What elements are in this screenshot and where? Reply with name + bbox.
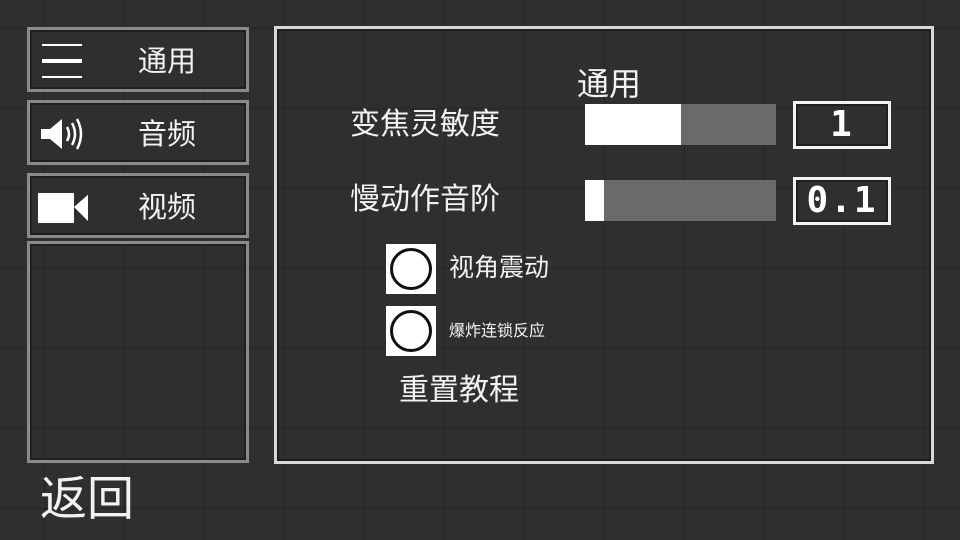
reset-tutorial-button[interactable]: 重置教程 <box>399 372 519 410</box>
chain-reaction-checkbox[interactable] <box>386 306 436 356</box>
menu-icon <box>38 42 88 80</box>
slowmo-step-input[interactable]: 0.1 <box>793 177 891 225</box>
sidebar-item-general[interactable]: 通用 <box>27 27 249 92</box>
sidebar-empty-area <box>27 241 249 463</box>
circle-icon <box>390 310 432 352</box>
slowmo-step-slider[interactable] <box>585 180 776 221</box>
zoom-sensitivity-label: 变焦灵敏度 <box>350 107 500 142</box>
slider-fill <box>585 104 681 145</box>
speaker-icon <box>38 117 88 151</box>
chain-reaction-label[interactable]: 爆炸连锁反应 <box>449 320 545 342</box>
panel-title: 通用 <box>576 65 641 103</box>
zoom-sensitivity-slider[interactable] <box>585 104 776 145</box>
camera-shake-checkbox[interactable] <box>386 244 436 294</box>
settings-panel: 通用 <box>274 26 934 464</box>
slowmo-step-label: 慢动作音阶 <box>350 182 500 217</box>
camera-shake-label[interactable]: 视角震动 <box>449 252 549 284</box>
video-camera-icon <box>38 190 90 224</box>
sidebar-item-label: 音频 <box>138 117 197 151</box>
circle-icon <box>390 248 432 290</box>
sidebar-item-video[interactable]: 视频 <box>27 173 249 238</box>
sidebar-item-label: 通用 <box>138 44 197 78</box>
slider-fill <box>585 180 605 221</box>
zoom-sensitivity-input[interactable]: 1 <box>793 101 891 149</box>
sidebar-item-label: 视频 <box>138 190 197 224</box>
sidebar-item-audio[interactable]: 音频 <box>27 100 249 165</box>
back-button[interactable]: 返回 <box>40 472 134 528</box>
